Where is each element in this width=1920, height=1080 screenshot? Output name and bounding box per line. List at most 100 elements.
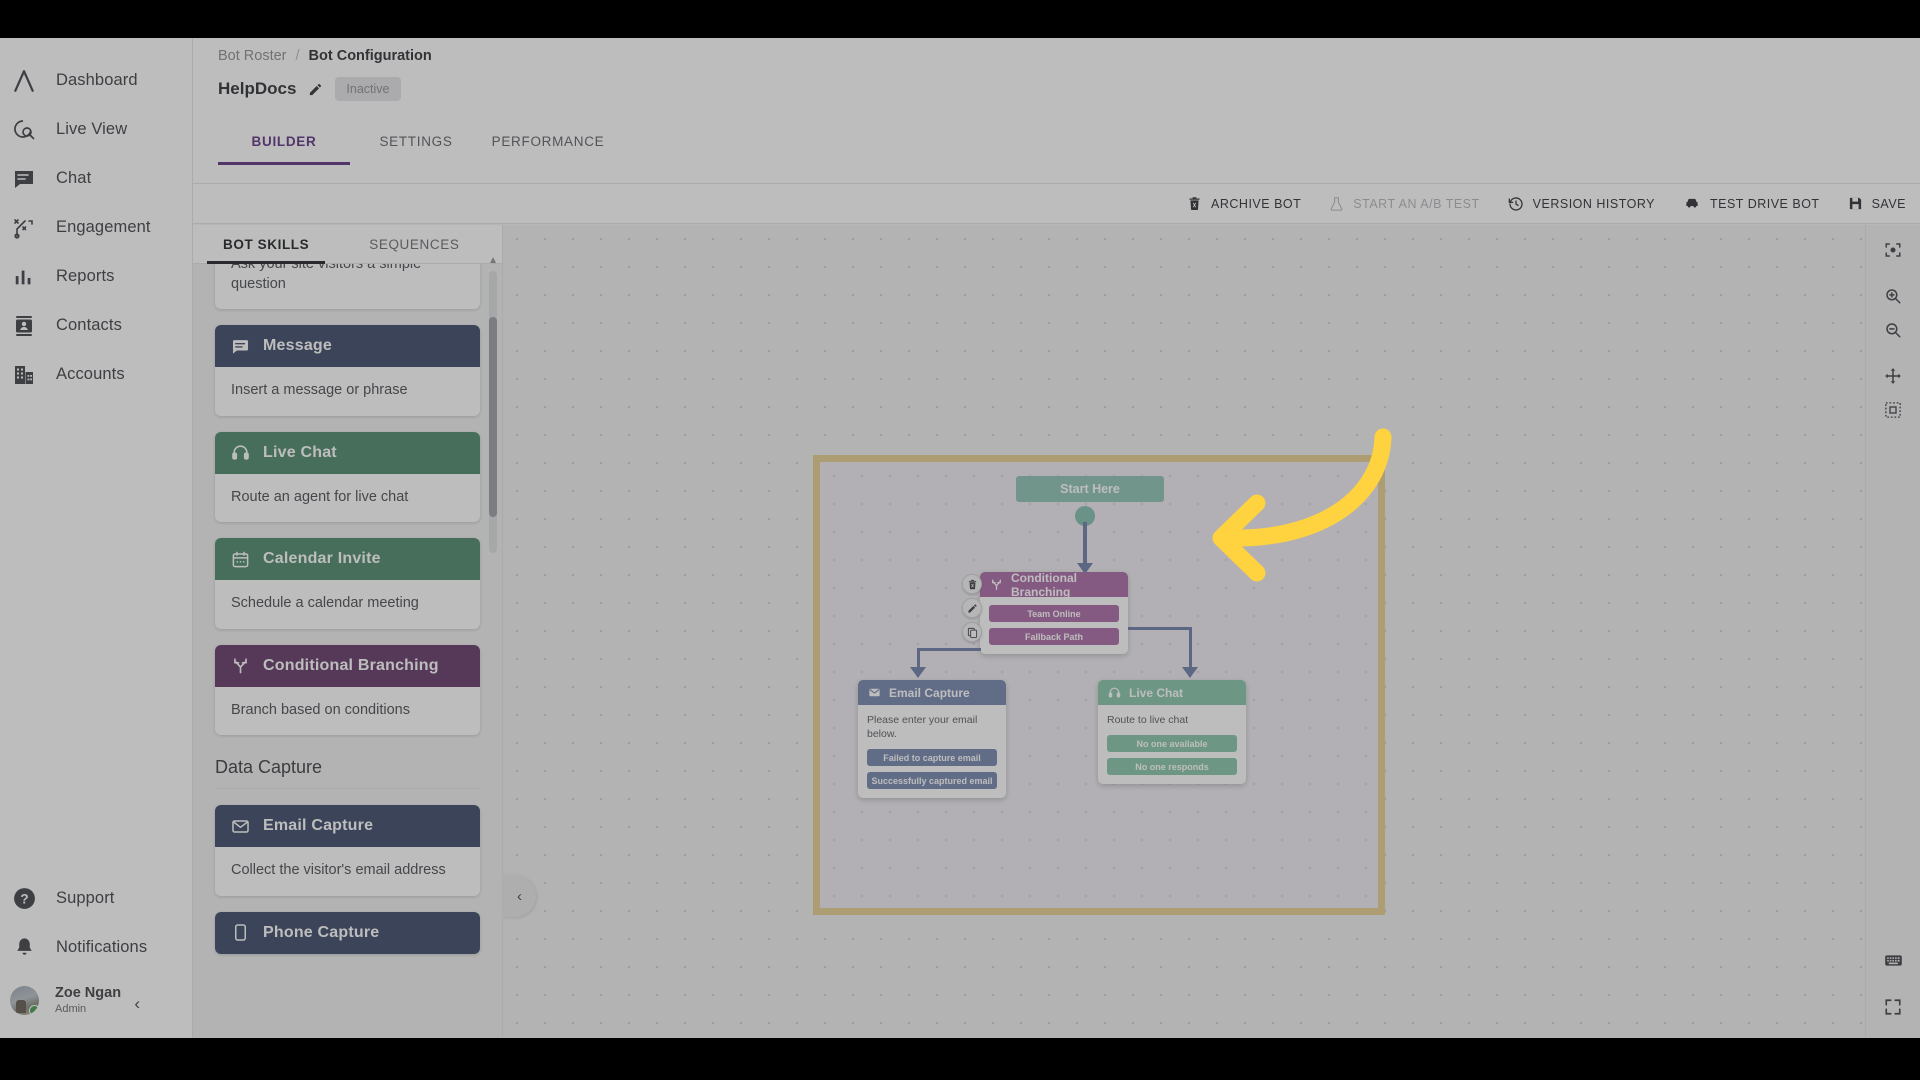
headset-icon — [1108, 686, 1121, 699]
duplicate-icon[interactable] — [962, 622, 982, 642]
skill-title: Live Chat — [263, 443, 337, 461]
version-history-button[interactable]: VERSION HISTORY — [1508, 196, 1655, 212]
tab-performance[interactable]: PERFORMANCE — [482, 117, 614, 165]
test-drive-bot-button[interactable]: TEST DRIVE BOT — [1683, 196, 1820, 211]
bot-skills-panel: BOT SKILLS SEQUENCES Ask your site visit… — [193, 225, 503, 1038]
node-branch-pill[interactable]: No one responds — [1107, 758, 1237, 776]
flow-canvas[interactable]: ‹ Start Here Conditional Branching Team … — [503, 225, 1865, 1038]
section-title-data-capture: Data Capture — [215, 751, 480, 790]
node-branch-pill[interactable]: Team Online — [989, 605, 1119, 622]
sidebar-nav-list: Dashboard Live View Chat Engagement Repo… — [0, 38, 192, 399]
tab-settings[interactable]: SETTINGS — [350, 117, 482, 165]
sidebar-item-live-view[interactable]: Live View — [0, 105, 192, 154]
user-role: Admin — [55, 1002, 87, 1015]
contact-card-icon — [10, 312, 38, 340]
node-branch-pill[interactable]: Failed to capture email — [867, 749, 997, 767]
zoom-out-button[interactable] — [1876, 315, 1910, 349]
skill-card-header: Email Capture — [215, 805, 480, 848]
branch-icon — [231, 656, 250, 675]
node-branch-pill[interactable]: Fallback Path — [989, 628, 1119, 645]
sidebar-item-label: Chat — [56, 169, 92, 187]
sidebar-item-label: Dashboard — [56, 71, 138, 89]
panel-collapse-toggle[interactable]: ‹ — [503, 875, 536, 917]
pan-button[interactable] — [1876, 361, 1910, 395]
selection-box-icon — [1884, 401, 1902, 424]
fullscreen-button[interactable] — [1876, 992, 1910, 1026]
live-view-icon — [10, 116, 38, 144]
skill-card-header: Calendar Invite — [215, 538, 480, 581]
skill-card-conditional-branching[interactable]: Conditional Branching Branch based on co… — [215, 644, 480, 736]
sidebar-collapse-button[interactable]: ‹ — [134, 995, 140, 1012]
svg-text:?: ? — [20, 892, 28, 907]
skill-card-message[interactable]: Message Insert a message or phrase — [215, 325, 480, 416]
node-card-header: Live Chat — [1098, 680, 1246, 705]
trash-icon[interactable] — [962, 574, 982, 594]
node-card[interactable]: Live Chat Route to live chat No one avai… — [1098, 680, 1246, 785]
tab-bot-skills[interactable]: BOT SKILLS — [206, 225, 326, 264]
flow-node-start[interactable]: Start Here — [1016, 476, 1164, 502]
node-branch-pill[interactable]: Successfully captured email — [867, 772, 997, 790]
node-card-header: Email Capture — [858, 680, 1006, 705]
node-branch-pill[interactable]: No one available — [1107, 735, 1237, 753]
canvas-toolbar-group-bottom — [1866, 946, 1920, 1026]
node-body-text: Route to live chat — [1107, 714, 1189, 726]
node-title: Live Chat — [1129, 685, 1184, 700]
user-profile[interactable]: Zoe Ngan Admin — [0, 972, 192, 1028]
arrowhead-icon — [910, 667, 926, 678]
calendar-icon — [231, 550, 250, 569]
user-name: Zoe Ngan — [55, 984, 122, 1001]
edit-name-button[interactable] — [308, 82, 323, 97]
keyboard-icon — [1884, 951, 1903, 975]
breadcrumb-parent-link[interactable]: Bot Roster — [218, 48, 287, 64]
sidebar-item-engagement[interactable]: Engagement — [0, 203, 192, 252]
skill-card-calendar-invite[interactable]: Calendar Invite Schedule a calendar meet… — [215, 538, 480, 629]
select-region-button[interactable] — [1876, 395, 1910, 429]
skill-card-phone-capture[interactable]: Phone Capture — [215, 911, 480, 954]
pencil-icon[interactable] — [962, 598, 982, 618]
save-button[interactable]: SAVE — [1848, 196, 1906, 211]
archive-bot-button[interactable]: ARCHIVE BOT — [1187, 196, 1301, 211]
skill-description: Collect the visitor's email address — [231, 862, 446, 879]
tab-sequences[interactable]: SEQUENCES — [361, 225, 467, 264]
sidebar-item-contacts[interactable]: Contacts — [0, 301, 192, 350]
keyboard-shortcuts-button[interactable] — [1876, 946, 1910, 980]
node-card[interactable]: Email Capture Please enter your email be… — [858, 680, 1006, 799]
sidebar-item-chat[interactable]: Chat — [0, 154, 192, 203]
panel-scrollbar-thumb[interactable] — [489, 317, 497, 517]
sidebar-item-notifications[interactable]: Notifications — [0, 923, 192, 972]
sidebar-item-label: Live View — [56, 120, 128, 138]
message-icon — [231, 337, 250, 356]
sidebar-item-dashboard[interactable]: Dashboard — [0, 56, 192, 105]
status-badge: Inactive — [335, 77, 401, 101]
bot-title-row: HelpDocs Inactive — [218, 77, 401, 101]
canvas-toolbar-group-top — [1866, 225, 1920, 429]
skill-card-email-capture[interactable]: Email Capture Collect the visitor's emai… — [215, 805, 480, 896]
zoom-in-button[interactable] — [1876, 281, 1910, 315]
breadcrumb-current: Bot Configuration — [308, 48, 432, 64]
connector-right-horizontal — [1128, 627, 1192, 630]
skill-card[interactable]: Ask your site visitors a simple question — [215, 264, 480, 310]
sidebar-item-accounts[interactable]: Accounts — [0, 350, 192, 399]
action-label: VERSION HISTORY — [1532, 196, 1655, 211]
fit-to-view-button[interactable] — [1876, 235, 1910, 269]
flow-node-conditional-branching[interactable]: Conditional Branching Team Online Fallba… — [962, 572, 1128, 654]
tab-builder[interactable]: BUILDER — [218, 117, 350, 165]
skill-card-list: Ask your site visitors a simple question… — [193, 264, 502, 1038]
flask-icon — [1329, 196, 1344, 212]
floppy-disk-icon — [1848, 196, 1863, 211]
node-card[interactable]: Conditional Branching Team Online Fallba… — [980, 572, 1128, 654]
skill-card-live-chat[interactable]: Live Chat Route an agent for live chat — [215, 431, 480, 523]
zoom-in-icon — [1884, 287, 1902, 310]
node-title: Conditional Branching — [1011, 572, 1077, 599]
node-card-body: Team Online Fallback Path — [980, 597, 1128, 654]
sidebar-item-support[interactable]: ? Support — [0, 874, 192, 923]
node-title: Email Capture — [889, 685, 970, 700]
skill-title: Conditional Branching — [263, 656, 439, 674]
flow-node-email-capture[interactable]: Email Capture Please enter your email be… — [858, 680, 1006, 799]
skill-title: Calendar Invite — [263, 550, 381, 568]
sidebar-item-reports[interactable]: Reports — [0, 252, 192, 301]
trash-icon — [1187, 196, 1202, 211]
avatar — [10, 985, 39, 1015]
start-ab-test-button[interactable]: START AN A/B TEST — [1329, 196, 1479, 212]
flow-node-live-chat[interactable]: Live Chat Route to live chat No one avai… — [1098, 680, 1246, 785]
